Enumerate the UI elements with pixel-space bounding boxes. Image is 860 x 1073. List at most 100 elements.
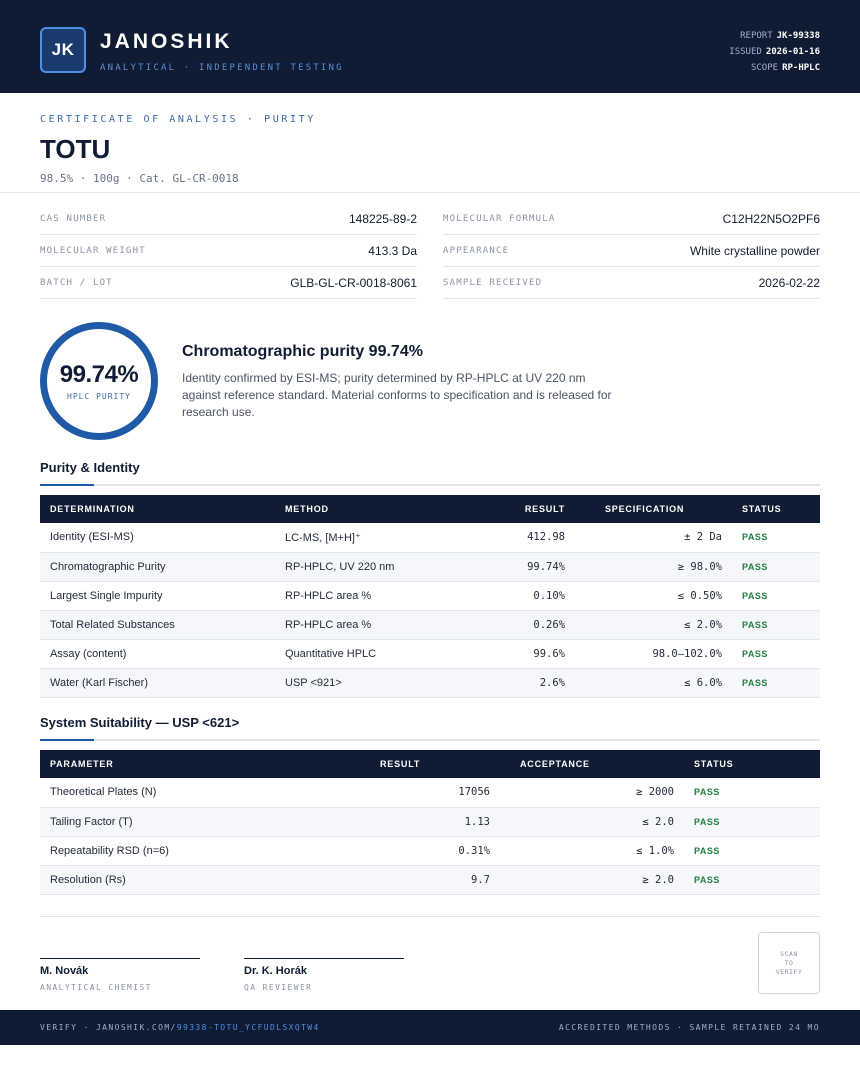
properties-left-column: CAS NUMBER 148225-89-2 MOLECULAR WEIGHT 41…: [40, 203, 417, 299]
result-cell: 99.74%: [445, 552, 575, 582]
status-badge: PASS: [732, 523, 820, 553]
table-row: Theoretical Plates (N) 17056 ≥ 2000 PASS: [40, 778, 820, 808]
section-rule: [40, 739, 820, 741]
determination-cell: Water (Karl Fischer): [40, 668, 275, 698]
column-header: PARAMETER: [40, 750, 340, 778]
method-cell: RP-HPLC, UV 220 nm: [275, 552, 445, 582]
column-header: METHOD: [275, 495, 445, 523]
status-badge: PASS: [732, 552, 820, 582]
method-cell: USP <921>: [275, 668, 445, 698]
property-row: APPEARANCE White crystalline powder: [443, 235, 820, 267]
status-badge: PASS: [684, 778, 820, 808]
section-rule-accent: [40, 484, 94, 486]
result-cell: 99.6%: [445, 639, 575, 669]
purity-section-title: Purity & Identity: [40, 460, 140, 475]
verify-link[interactable]: 99338-TOTU_YCFUDLSXQTW4: [177, 1023, 320, 1032]
report-header: JK JANOSHIK ANALYTICAL · INDEPENDENT TES…: [0, 0, 860, 93]
signatory-role: QA REVIEWER: [244, 983, 313, 992]
method-cell: LC-MS, [M+H]⁺: [275, 523, 445, 553]
result-cell: 412.98: [445, 523, 575, 553]
parameter-cell: Resolution (Rs): [40, 865, 340, 895]
suitability-table: PARAMETER RESULT ACCEPTANCE STATUS Theor…: [40, 750, 820, 895]
acceptance-cell: ≥ 2.0: [500, 865, 684, 895]
report-id: JK-99338: [776, 31, 820, 41]
signatory-name: Dr. K. Horák: [244, 965, 307, 977]
report-meta: REPORT JK-99338 ISSUED 2026-01-16 SCOPE RP-…: [729, 28, 820, 76]
table-row: Total Related Substances RP-HPLC area % …: [40, 610, 820, 640]
purity-table: DETERMINATION METHOD RESULT SPECIFICATIO…: [40, 495, 820, 698]
table-row: Water (Karl Fischer) USP <921> 2.6% ≤ 6.…: [40, 668, 820, 698]
scope-line: SCOPE RP-HPLC: [729, 60, 820, 76]
verify-line: VERIFY · JANOSHIK.COM/99338-TOTU_YCFUDLS…: [40, 1023, 320, 1032]
signature-block-chemist: M. Novák ANALYTICAL CHEMIST: [40, 958, 200, 992]
status-badge: PASS: [684, 836, 820, 866]
report-label: REPORT: [740, 31, 773, 41]
table-row: Assay (content) Quantitative HPLC 99.6% …: [40, 639, 820, 669]
property-value: C12H22N5O2PF6: [722, 211, 820, 226]
property-value: 413.3 Da: [368, 243, 417, 258]
property-row: CAS NUMBER 148225-89-2: [40, 203, 417, 235]
column-header: RESULT: [445, 495, 575, 523]
column-header: RESULT: [340, 750, 500, 778]
property-row: MOLECULAR WEIGHT 413.3 Da: [40, 235, 417, 267]
acceptance-cell: ≥ 2000: [500, 778, 684, 808]
property-row: BATCH / LOT GLB-GL-CR-0018-8061: [40, 267, 417, 299]
scope-value: RP-HPLC: [782, 63, 820, 73]
acceptance-cell: ≤ 2.0: [500, 807, 684, 837]
issued-line: ISSUED 2026-01-16: [729, 44, 820, 60]
status-badge: PASS: [732, 668, 820, 698]
table-header-row: PARAMETER RESULT ACCEPTANCE STATUS: [40, 750, 820, 778]
section-divider: [0, 192, 860, 193]
property-label: CAS NUMBER: [40, 213, 107, 224]
table-row: Tailing Factor (T) 1.13 ≤ 2.0 PASS: [40, 807, 820, 837]
property-label: BATCH / LOT: [40, 277, 113, 288]
purity-label: HPLC PURITY: [67, 392, 131, 401]
scope-label: SCOPE: [750, 63, 779, 73]
summary-headline: Chromatographic purity 99.74%: [182, 343, 423, 360]
report-id-line: REPORT JK-99338: [729, 28, 820, 44]
property-value: 148225-89-2: [348, 211, 417, 226]
specification-cell: ≤ 0.50%: [575, 581, 732, 611]
brand-logo: JK: [40, 27, 86, 73]
column-header: ACCEPTANCE: [500, 750, 684, 778]
column-header: DETERMINATION: [40, 495, 275, 523]
property-value: GLB-GL-CR-0018-8061: [290, 275, 417, 290]
property-label: MOLECULAR WEIGHT: [40, 245, 146, 256]
result-cell: 2.6%: [445, 668, 575, 698]
product-name: TOTU: [40, 134, 111, 164]
result-cell: 0.31%: [340, 836, 500, 866]
summary-text: Identity confirmed by ESI-MS; purity det…: [182, 371, 612, 419]
property-value: White crystalline powder: [689, 243, 820, 258]
brand-tagline: ANALYTICAL · INDEPENDENT TESTING: [100, 63, 344, 73]
qr-text-line: SCAN: [780, 949, 798, 958]
result-cell: 0.10%: [445, 581, 575, 611]
status-badge: PASS: [732, 639, 820, 669]
section-rule-accent: [40, 739, 94, 741]
acceptance-cell: ≤ 1.0%: [500, 836, 684, 866]
table-row: Largest Single Impurity RP-HPLC area % 0…: [40, 581, 820, 611]
result-cell: 17056: [340, 778, 500, 808]
property-label: MOLECULAR FORMULA: [443, 213, 556, 224]
status-badge: PASS: [684, 865, 820, 895]
signatory-role: ANALYTICAL CHEMIST: [40, 983, 152, 992]
issued-label: ISSUED: [729, 47, 762, 57]
result-cell: 9.7: [340, 865, 500, 895]
verify-qr-placeholder[interactable]: SCAN TO VERIFY: [758, 932, 820, 994]
status-badge: PASS: [684, 807, 820, 837]
parameter-cell: Repeatability RSD (n=6): [40, 836, 340, 866]
method-cell: RP-HPLC area %: [275, 581, 445, 611]
verify-prefix: VERIFY · JANOSHIK.COM/: [40, 1023, 177, 1032]
property-label: SAMPLE RECEIVED: [443, 277, 543, 288]
table-row: Chromatographic Purity RP-HPLC, UV 220 n…: [40, 552, 820, 582]
result-cell: 0.26%: [445, 610, 575, 640]
properties-right-column: MOLECULAR FORMULA C12H22N5O2PF6 APPEARANC…: [443, 203, 820, 299]
specification-cell: ≤ 2.0%: [575, 610, 732, 640]
determination-cell: Largest Single Impurity: [40, 581, 275, 611]
specification-cell: ± 2 Da: [575, 523, 732, 553]
parameter-cell: Tailing Factor (T): [40, 807, 340, 837]
property-value: 2026-02-22: [758, 275, 820, 290]
table-row: Identity (ESI-MS) LC-MS, [M+H]⁺ 412.98 ±…: [40, 523, 820, 553]
determination-cell: Total Related Substances: [40, 610, 275, 640]
status-badge: PASS: [732, 581, 820, 611]
product-subtitle: 98.5% · 100g · Cat. GL-CR-0018: [40, 172, 239, 185]
